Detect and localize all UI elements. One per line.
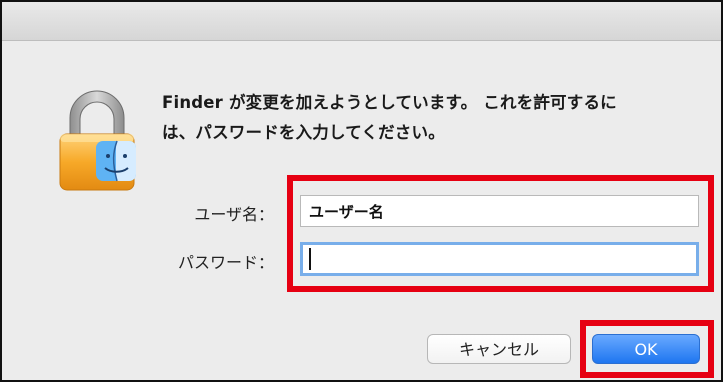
username-label: ユーザ名： [194,205,274,224]
ok-button[interactable]: OK [592,334,700,364]
password-field[interactable] [300,242,699,276]
text-cursor [309,248,311,270]
cancel-button[interactable]: キャンセル [427,334,571,364]
password-label: パスワード： [177,253,274,272]
title-bar[interactable] [2,2,721,41]
finder-icon [96,140,136,182]
dialog-message: Finder が変更を加えようとしています。 これを許可するに は、パスワードを… [162,88,702,148]
auth-dialog: Finder が変更を加えようとしています。 これを許可するに は、パスワードを… [0,0,723,382]
message-line-2: は、パスワードを入力してください。 [162,123,445,142]
message-line-1: Finder が変更を加えようとしています。 これを許可するに [162,93,617,112]
username-field[interactable] [300,195,699,227]
